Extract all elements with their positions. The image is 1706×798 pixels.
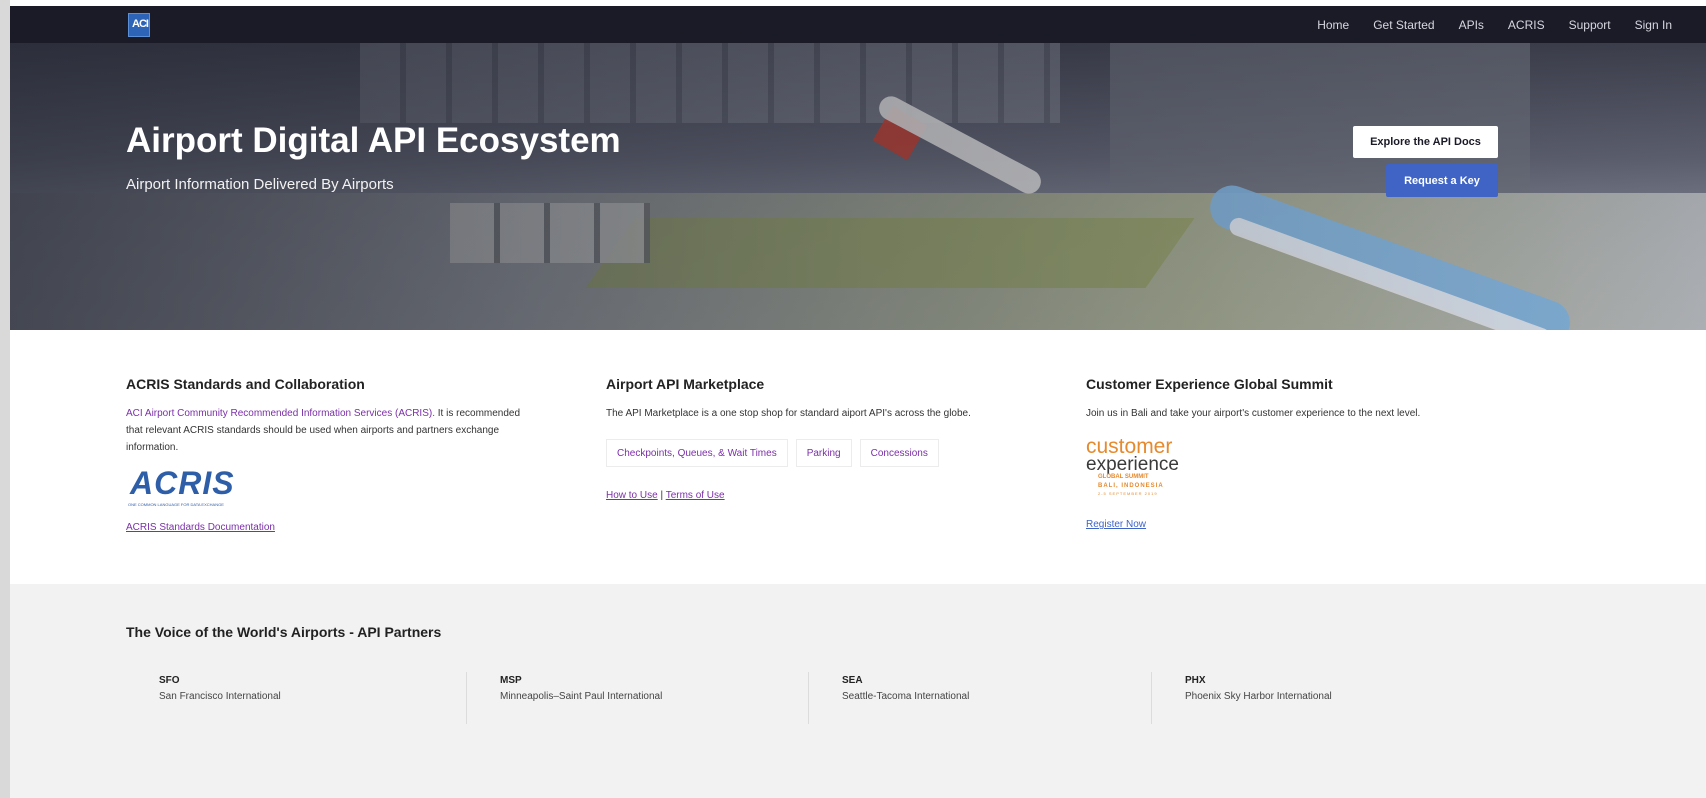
pill-parking[interactable]: Parking <box>795 439 852 467</box>
partner-card[interactable]: PHX Phoenix Sky Harbor International <box>1151 672 1491 724</box>
acris-link[interactable]: ACI Airport Community Recommended Inform… <box>126 408 435 419</box>
logo-text: ACI <box>132 18 149 30</box>
summit-section: Customer Experience Global Summit Join u… <box>1086 376 1486 422</box>
nav-apis[interactable]: APIs <box>1459 18 1484 32</box>
partner-name: San Francisco International <box>159 691 281 702</box>
partners-heading: The Voice of the World's Airports - API … <box>126 624 442 640</box>
acris-description: ACI Airport Community Recommended Inform… <box>126 405 526 456</box>
summit-heading: Customer Experience Global Summit <box>1086 376 1333 392</box>
customer-experience-logo: customer experience GLOBAL SUMMIT BALI, … <box>1086 435 1179 496</box>
partner-card[interactable]: SEA Seattle-Tacoma International <box>808 672 1148 724</box>
pill-concessions[interactable]: Concessions <box>859 439 939 467</box>
how-to-use-link[interactable]: How to Use <box>606 490 658 501</box>
acris-section: ACRIS Standards and Collaboration ACI Ai… <box>126 376 526 456</box>
partner-name: Minneapolis–Saint Paul International <box>500 691 663 702</box>
explore-api-docs-button[interactable]: Explore the API Docs <box>1353 126 1498 158</box>
acris-heading: ACRIS Standards and Collaboration <box>126 376 365 392</box>
marketplace-links: How to Use | Terms of Use <box>606 490 725 501</box>
hero-title: Airport Digital API Ecosystem <box>126 121 621 160</box>
marketplace-heading: Airport API Marketplace <box>606 376 765 392</box>
page: ACI Home Get Started APIs ACRIS Support … <box>10 0 1706 798</box>
api-category-pills: Checkpoints, Queues, & Wait Times Parkin… <box>606 439 939 467</box>
nav-sign-in[interactable]: Sign In <box>1635 18 1672 32</box>
partner-code: PHX <box>1185 675 1206 686</box>
nav-acris[interactable]: ACRIS <box>1508 18 1545 32</box>
nav-get-started[interactable]: Get Started <box>1373 18 1434 32</box>
link-separator: | <box>660 490 664 501</box>
partner-name: Seattle-Tacoma International <box>842 691 970 702</box>
pill-checkpoints[interactable]: Checkpoints, Queues, & Wait Times <box>606 439 788 467</box>
acris-logo-text: ACRIS <box>130 465 235 501</box>
partner-card[interactable]: MSP Minneapolis–Saint Paul International <box>466 672 806 724</box>
summit-description: Join us in Bali and take your airport's … <box>1086 408 1421 419</box>
hero-banner: Airport Digital API Ecosystem Airport In… <box>10 43 1706 330</box>
hero-subtitle: Airport Information Delivered By Airport… <box>126 176 394 193</box>
top-nav: ACI Home Get Started APIs ACRIS Support … <box>10 6 1706 43</box>
marketplace-description: The API Marketplace is a one stop shop f… <box>606 408 971 419</box>
nav-support[interactable]: Support <box>1569 18 1611 32</box>
partner-code: MSP <box>500 675 522 686</box>
partner-name: Phoenix Sky Harbor International <box>1185 691 1332 702</box>
terms-of-use-link[interactable]: Terms of Use <box>666 490 725 501</box>
partner-card[interactable]: SFO San Francisco International <box>126 672 466 724</box>
acris-logo-tagline: ONE COMMON LANGUAGE FOR DATA EXCHANGE <box>128 502 224 507</box>
aci-logo[interactable]: ACI <box>128 13 150 37</box>
partner-code: SEA <box>842 675 863 686</box>
acris-logo: ACRIS ONE COMMON LANGUAGE FOR DATA EXCHA… <box>128 465 248 510</box>
request-key-button[interactable]: Request a Key <box>1386 164 1498 197</box>
partners-section: The Voice of the World's Airports - API … <box>10 584 1706 798</box>
marketplace-section: Airport API Marketplace The API Marketpl… <box>606 376 1036 422</box>
nav-links: Home Get Started APIs ACRIS Support Sign… <box>1317 6 1672 43</box>
register-now-link[interactable]: Register Now <box>1086 519 1146 530</box>
nav-home[interactable]: Home <box>1317 18 1349 32</box>
acris-docs-link[interactable]: ACRIS Standards Documentation <box>126 522 275 533</box>
partner-code: SFO <box>159 675 180 686</box>
